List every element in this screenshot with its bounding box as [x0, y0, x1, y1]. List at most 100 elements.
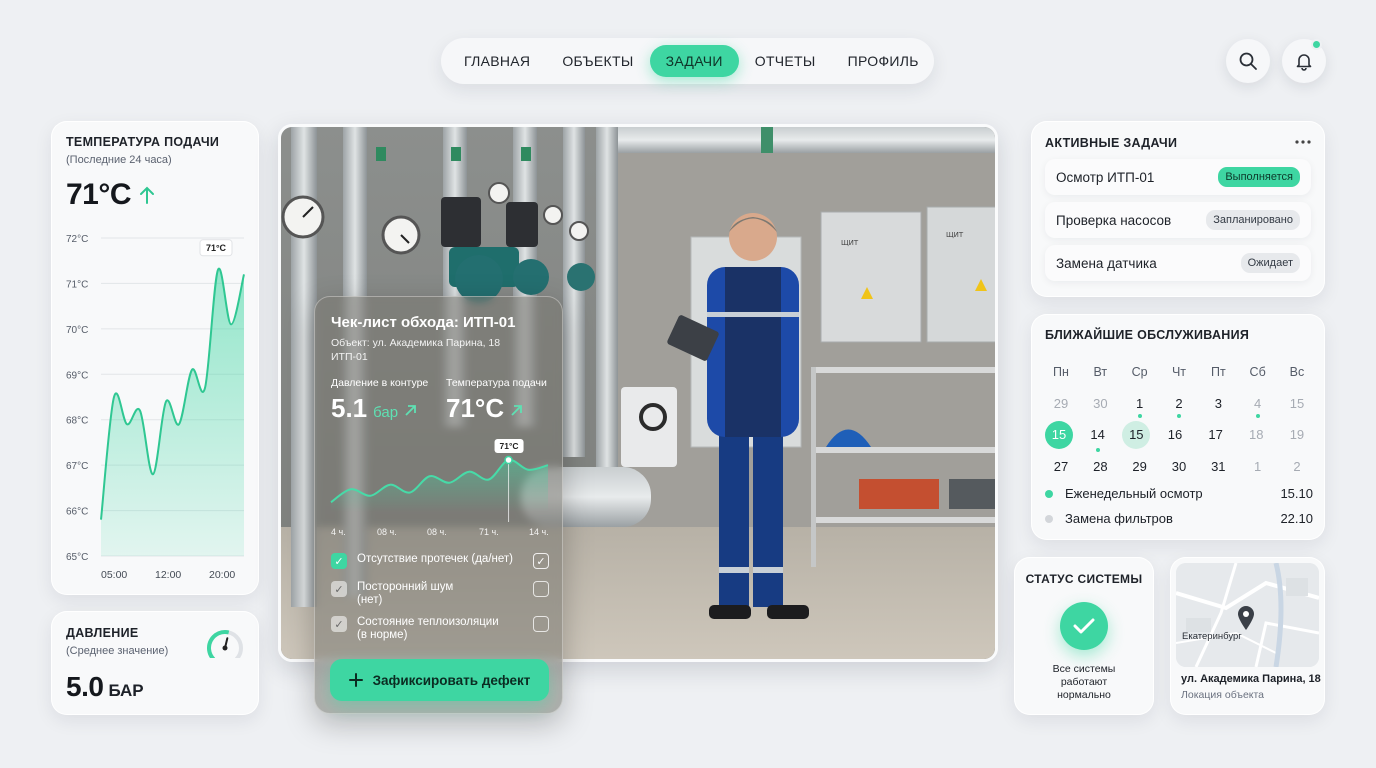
weekday-label: Вс [1289, 364, 1305, 379]
event-dot [1137, 414, 1142, 419]
record-defect-button[interactable]: Зафиксировать дефект [330, 659, 549, 701]
task-name: Замена датчика [1056, 255, 1157, 271]
event-name: Еженедельный осмотр [1065, 486, 1203, 501]
calendar-day[interactable]: 30 [1084, 389, 1116, 417]
location-map[interactable]: Екатеринбург [1176, 563, 1319, 667]
mini-x-tick: 71 ч. [479, 527, 499, 537]
bell-icon [1296, 54, 1312, 71]
pressure-subtitle: (Среднее значение) [66, 645, 169, 657]
weekday-label: Ср [1131, 364, 1148, 379]
calendar-day[interactable]: 27 [1045, 452, 1077, 480]
task-item[interactable]: Замена датчика Ожидает [1045, 245, 1311, 281]
maintenance-event[interactable]: Еженедельный осмотр 15.10 [1045, 486, 1313, 501]
checkbox-checked-icon[interactable]: ✓ [533, 553, 549, 569]
task-item[interactable]: Проверка насосов Запланировано [1045, 202, 1311, 238]
checklist-item-label: Отсутствие протечек (да/нет) [357, 553, 513, 565]
temperature-chart: 72°C 71°C 70°C 69°C 68°C 67°C 66°C 65°C 05:00 12:… [66, 234, 245, 581]
top-nav: ГЛАВНАЯ ОБЪЕКТЫ ЗАДАЧИ ОТЧЕТЫ ПРОФИЛЬ [441, 38, 934, 84]
y-tick-label: 71°C [66, 279, 88, 290]
maintenance-card: БЛИЖАЙШИЕ ОБСЛУЖИВАНИЯ Пн Вт Ср Чт Пт Сб… [1031, 314, 1325, 540]
maintenance-calendar: Пн Вт Ср Чт Пт Сб Вс 29 30 1 2 3 4 15 15… [1045, 356, 1313, 482]
calendar-day[interactable]: 1 [1242, 452, 1274, 480]
checkbox-checked-icon[interactable]: ✓ [331, 581, 347, 597]
plus-icon [348, 673, 363, 687]
task-item[interactable]: Осмотр ИТП-01 Выполняется [1045, 159, 1311, 195]
calendar-day-selected[interactable]: 15 [1122, 420, 1151, 449]
task-name: Проверка насосов [1056, 212, 1172, 228]
calendar-day[interactable]: 2 [1163, 389, 1195, 419]
checkbox-empty-icon[interactable] [533, 581, 549, 597]
checkbox-empty-icon[interactable] [533, 616, 549, 632]
checkbox-checked-icon[interactable]: ✓ [331, 616, 347, 632]
tasks-title: АКТИВНЫЕ ЗАДАЧИ [1045, 136, 1178, 150]
nav-item-reports[interactable]: ОТЧЕТЫ [739, 45, 832, 77]
weekday-label: Вт [1093, 364, 1108, 379]
active-tasks-card: АКТИВНЫЕ ЗАДАЧИ Осмотр ИТП-01 Выполняетс… [1031, 121, 1325, 297]
event-date: 15.10 [1280, 486, 1313, 501]
event-dot [1255, 414, 1260, 419]
check-icon [1073, 618, 1095, 634]
status-badge: Выполняется [1218, 167, 1300, 187]
nav-item-home[interactable]: ГЛАВНАЯ [448, 45, 546, 77]
day-number: 2 [1175, 395, 1183, 411]
calendar-day[interactable]: 31 [1202, 452, 1234, 480]
calendar-day-today[interactable]: 15 [1045, 420, 1073, 449]
day-number: 1 [1136, 395, 1144, 411]
day-number: 4 [1254, 395, 1262, 411]
checklist-item-insulation[interactable]: ✓ Состояние теплоизоляции (в норме) [331, 616, 549, 642]
calendar-day[interactable]: 3 [1202, 389, 1234, 417]
calendar-day[interactable]: 15 [1281, 389, 1313, 417]
mini-x-tick: 08 ч. [427, 527, 447, 537]
x-tick-label: 12:00 [155, 569, 181, 581]
calendar-day[interactable]: 1 [1124, 389, 1156, 419]
checkbox-checked-icon[interactable]: ✓ [331, 553, 347, 569]
svg-text:ЩИТ: ЩИТ [946, 231, 964, 239]
calendar-day[interactable]: 30 [1163, 452, 1195, 480]
location-caption: Локация объекта [1181, 689, 1265, 701]
weekday-label: Пн [1053, 364, 1069, 379]
map-city-label: Екатеринбург [1182, 631, 1242, 642]
calendar-day[interactable]: 14 [1082, 421, 1114, 452]
event-name: Замена фильтров [1065, 511, 1173, 526]
status-badge: Ожидает [1240, 253, 1300, 273]
calendar-day[interactable]: 29 [1045, 389, 1077, 417]
x-tick-label: 05:00 [101, 569, 127, 581]
checklist-item-leaks[interactable]: ✓ Отсутствие протечек (да/нет) ✓ [331, 553, 549, 569]
calendar-day[interactable]: 19 [1281, 421, 1313, 449]
y-tick-label: 67°C [66, 461, 88, 472]
event-color-dot [1045, 489, 1053, 498]
calendar-day[interactable]: 2 [1281, 452, 1313, 480]
notifications-button[interactable] [1282, 39, 1326, 83]
search-button[interactable] [1226, 39, 1270, 83]
y-tick-label: 69°C [66, 370, 88, 381]
calendar-day[interactable]: 17 [1200, 421, 1232, 449]
weekday-label: Чт [1171, 364, 1187, 379]
location-card: Екатеринбург ул. Академика Парина, 18 Ло… [1170, 557, 1325, 715]
pressure-gauge-icon [207, 630, 243, 658]
more-icon[interactable] [1295, 139, 1311, 145]
nav-item-profile[interactable]: ПРОФИЛЬ [832, 45, 935, 77]
search-icon [1239, 52, 1257, 70]
maintenance-event[interactable]: Замена фильтров 22.10 [1045, 511, 1313, 526]
nav-item-tasks[interactable]: ЗАДАЧИ [649, 45, 739, 77]
task-name: Осмотр ИТП-01 [1056, 169, 1155, 185]
pressure-value: 5.0 [66, 671, 104, 702]
nav-item-objects[interactable]: ОБЪЕКТЫ [546, 45, 649, 77]
y-tick-label: 65°C [66, 552, 88, 563]
calendar-day[interactable]: 4 [1242, 389, 1274, 419]
calendar-day[interactable]: 16 [1159, 421, 1191, 449]
calendar-day[interactable]: 18 [1240, 421, 1272, 449]
weekday-label: Сб [1249, 364, 1266, 379]
y-tick-label: 72°C [66, 234, 88, 245]
mini-area [331, 459, 548, 512]
checklist-item-label: Состояние теплоизоляции (в норме) [357, 616, 499, 641]
calendar-day[interactable]: 28 [1084, 452, 1116, 480]
status-badge: Запланировано [1206, 210, 1300, 230]
day-number: 14 [1090, 427, 1105, 443]
mini-x-tick: 08 ч. [377, 527, 397, 537]
checklist-item-noise[interactable]: ✓ Посторонний шум (нет) [331, 581, 549, 607]
temperature-card: ТЕМПЕРАТУРА ПОДАЧИ (Последние 24 часа) 7… [51, 121, 259, 595]
calendar-day[interactable]: 29 [1124, 452, 1156, 480]
y-tick-label: 68°C [66, 416, 88, 427]
maintenance-title: БЛИЖАЙШИЕ ОБСЛУЖИВАНИЯ [1045, 328, 1250, 342]
